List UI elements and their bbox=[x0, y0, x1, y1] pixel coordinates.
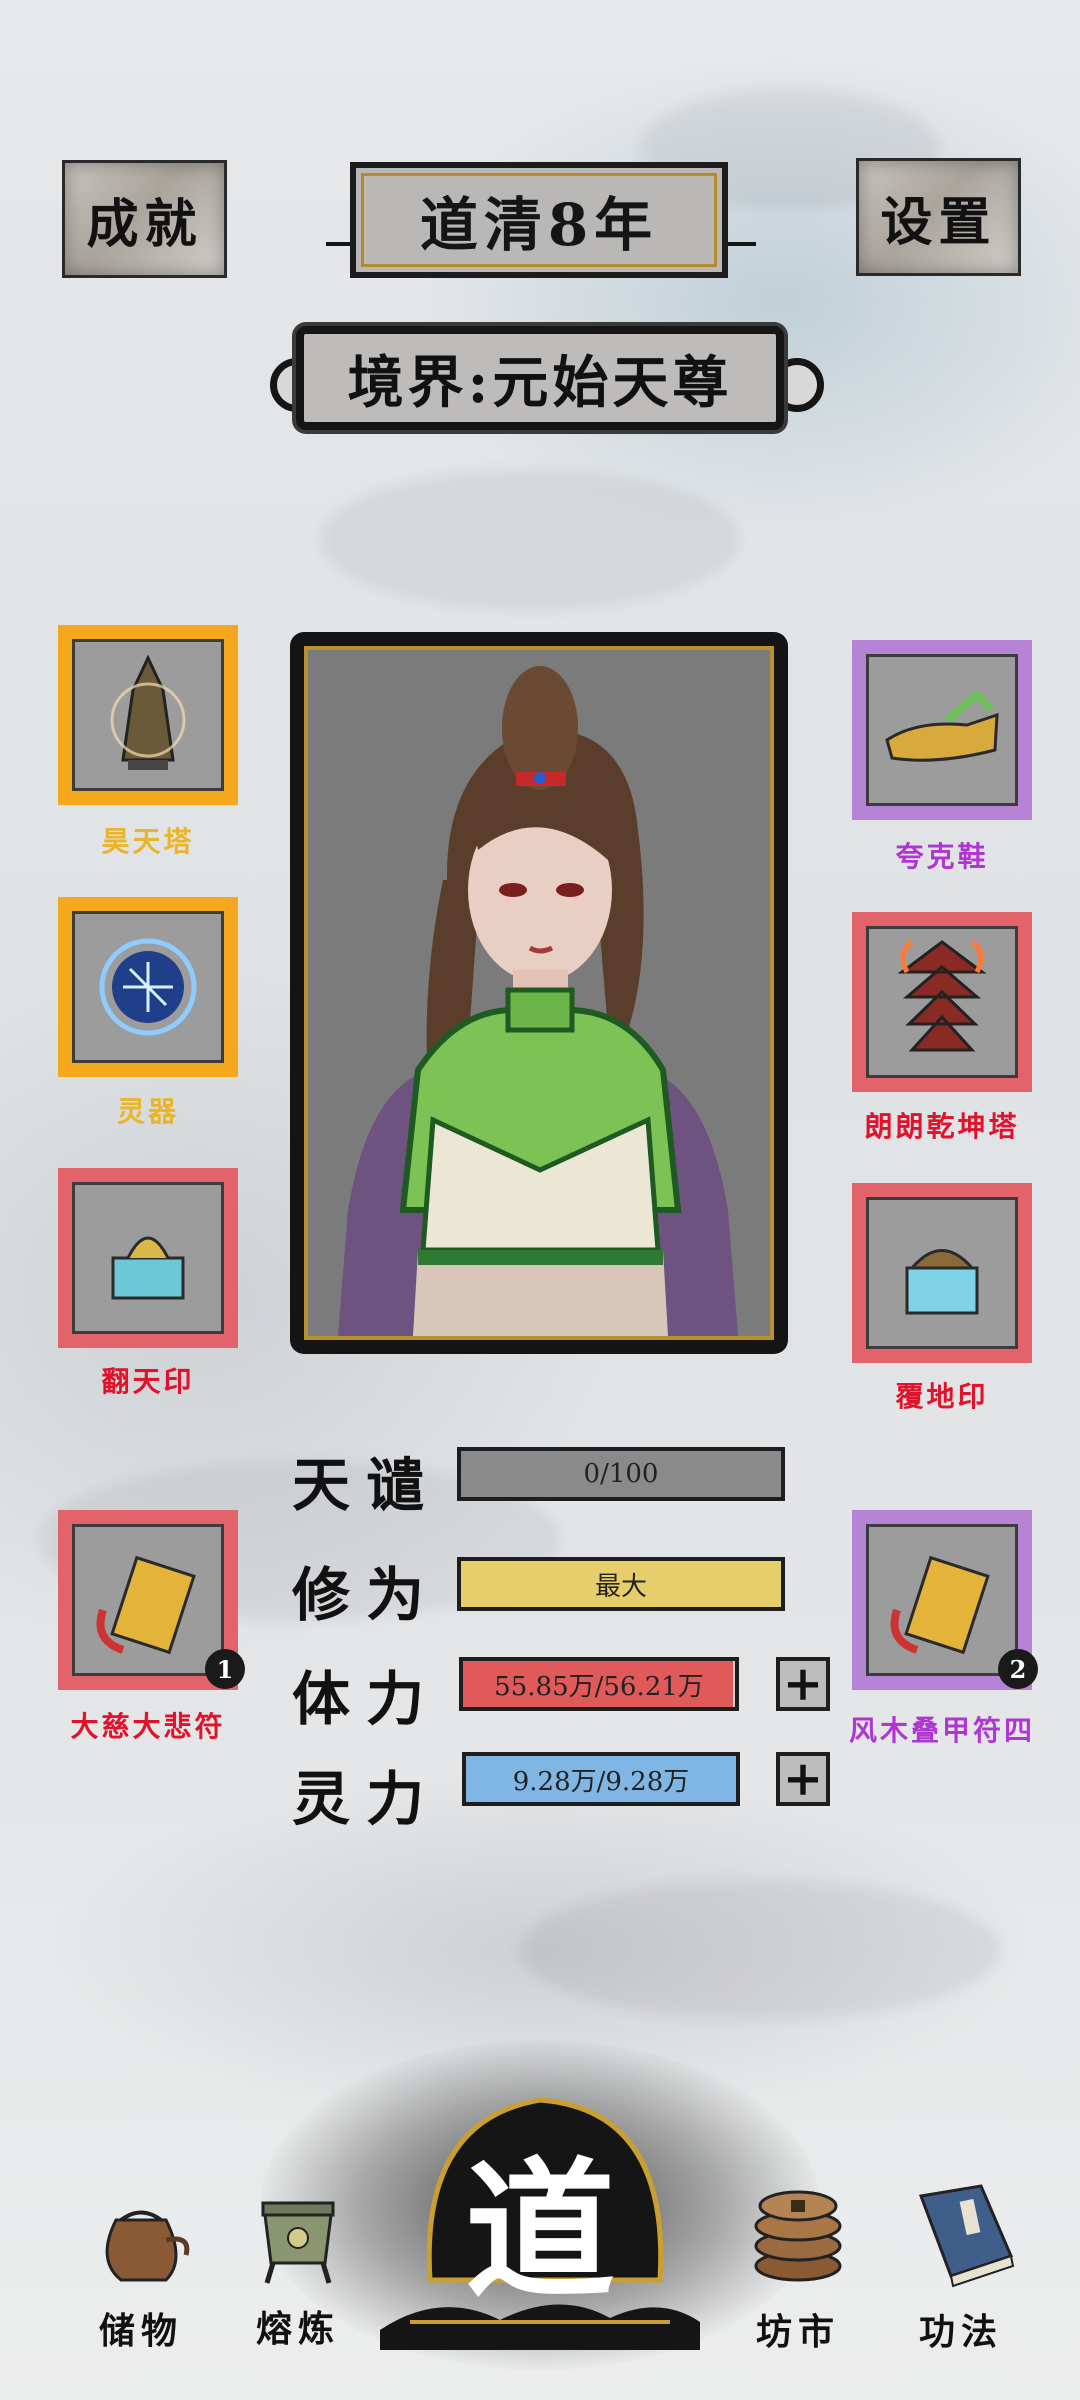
talisman-icon bbox=[72, 1524, 224, 1676]
year-label: 道清8年 bbox=[419, 191, 659, 259]
equip-label-left-4: 大慈大悲符 bbox=[70, 1710, 226, 1743]
stat-label-tianqian: 天谴 bbox=[292, 1451, 441, 1519]
nav-storage-label: 储物 bbox=[98, 2310, 183, 2352]
shoe-icon bbox=[866, 654, 1018, 806]
realm-plaque: 境界:元始天尊 bbox=[296, 326, 784, 430]
lingli-value: 9.28万/9.28万 bbox=[512, 1766, 690, 1797]
add-lingli-button[interactable]: + bbox=[776, 1751, 830, 1807]
achievements-button[interactable]: 成就 bbox=[62, 160, 227, 278]
equip-slot-right-3[interactable] bbox=[852, 1183, 1032, 1363]
equip-slot-left-2[interactable] bbox=[58, 897, 238, 1077]
stat-label-tili: 体力 bbox=[292, 1665, 441, 1733]
tili-value: 55.85万/56.21万 bbox=[494, 1671, 704, 1702]
add-tili-button[interactable]: + bbox=[776, 1656, 830, 1712]
character-portrait bbox=[304, 646, 774, 1340]
nav-dao-button[interactable]: 道 bbox=[380, 2060, 700, 2360]
equip-slot-left-3[interactable] bbox=[58, 1168, 238, 1348]
earth-seal-icon bbox=[866, 1197, 1018, 1349]
xiuwei-bar: 最大 bbox=[457, 1557, 785, 1611]
equip-label-right-4: 风木叠甲符四 bbox=[848, 1714, 1035, 1747]
equip-label-right-1: 夸克鞋 bbox=[895, 840, 989, 873]
realm-label: 境界:元始天尊 bbox=[347, 349, 733, 416]
nav-smelting[interactable]: 熔炼 bbox=[223, 2178, 373, 2352]
settings-label: 设置 bbox=[880, 191, 997, 253]
item-count-badge: 1 bbox=[205, 1649, 245, 1689]
spirit-orb-icon bbox=[72, 911, 224, 1063]
tianqian-value: 0/100 bbox=[583, 1459, 659, 1489]
equip-label-right-2: 朗朗乾坤塔 bbox=[864, 1110, 1020, 1143]
nav-market-label: 坊市 bbox=[755, 2311, 840, 2353]
equip-label-left-1: 昊天塔 bbox=[101, 825, 195, 858]
nav-dao-label: 道 bbox=[464, 2143, 615, 2319]
tili-bar: 55.85万/56.21万 bbox=[459, 1657, 739, 1711]
pagoda-icon bbox=[72, 639, 224, 791]
character-illustration bbox=[338, 666, 738, 1336]
character-portrait-frame bbox=[290, 632, 788, 1354]
equip-label-right-3: 覆地印 bbox=[895, 1380, 989, 1413]
nav-market[interactable]: 坊市 bbox=[723, 2176, 873, 2355]
equip-slot-right-2[interactable] bbox=[852, 912, 1032, 1092]
stat-label-xiuwei: 修为 bbox=[292, 1561, 441, 1629]
settings-button[interactable]: 设置 bbox=[856, 158, 1021, 276]
xiuwei-value: 最大 bbox=[594, 1571, 647, 1602]
tianqian-bar: 0/100 bbox=[457, 1447, 785, 1501]
achievements-label: 成就 bbox=[86, 193, 203, 255]
book-icon bbox=[918, 2184, 1015, 2288]
equip-label-left-3: 翻天印 bbox=[101, 1365, 195, 1398]
nav-skills-label: 功法 bbox=[918, 2311, 1003, 2353]
equip-slot-right-1[interactable] bbox=[852, 640, 1032, 820]
seal-icon bbox=[72, 1182, 224, 1334]
tower-icon bbox=[866, 926, 1018, 1078]
nav-smelting-label: 熔炼 bbox=[255, 2308, 340, 2350]
talisman-icon bbox=[866, 1524, 1018, 1676]
nav-storage[interactable]: 储物 bbox=[66, 2180, 216, 2354]
lingli-bar: 9.28万/9.28万 bbox=[462, 1752, 740, 1806]
item-count-badge: 2 bbox=[998, 1649, 1038, 1689]
year-plaque: 道清8年 bbox=[350, 162, 728, 278]
stat-label-lingli: 灵力 bbox=[292, 1765, 441, 1833]
pouch-icon bbox=[105, 2210, 190, 2282]
equip-label-left-2: 灵器 bbox=[116, 1095, 179, 1128]
coins-icon bbox=[754, 2190, 842, 2282]
equip-slot-left-1[interactable] bbox=[58, 625, 238, 805]
cauldron-icon bbox=[261, 2201, 335, 2284]
nav-skills[interactable]: 功法 bbox=[886, 2176, 1036, 2355]
